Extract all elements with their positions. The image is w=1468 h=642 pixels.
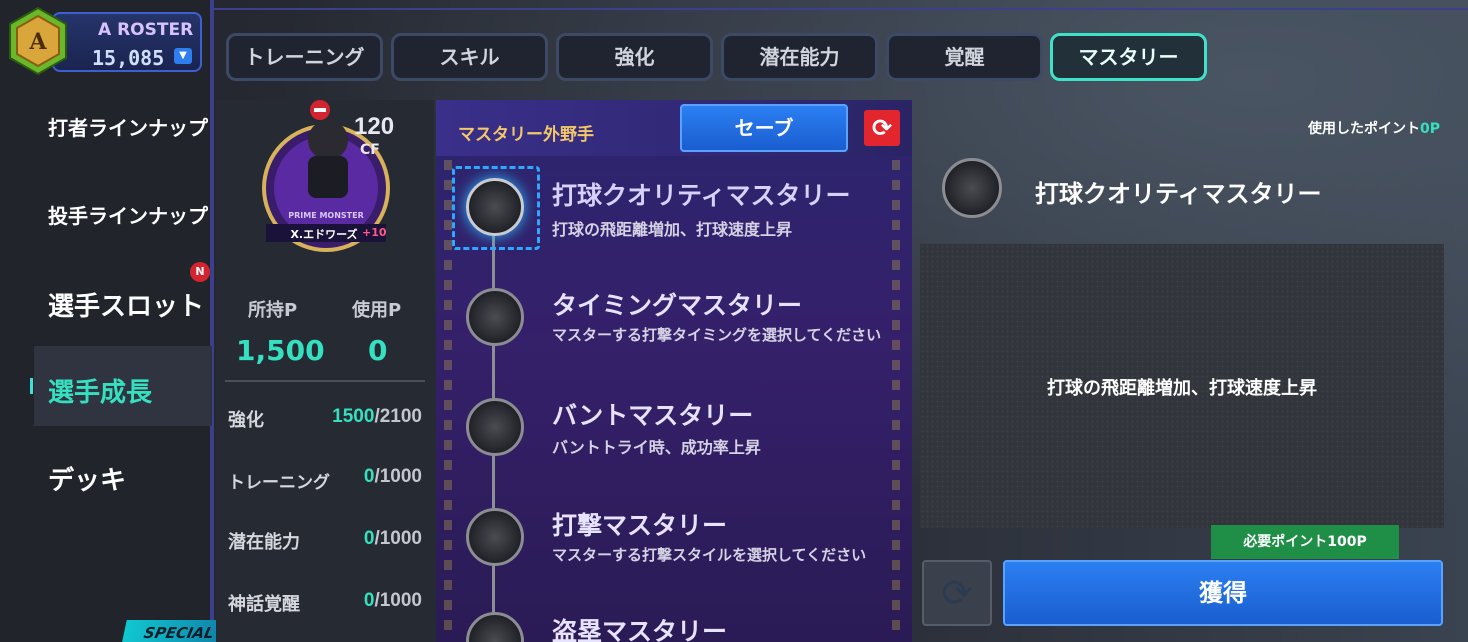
used-points-value: 0 — [368, 334, 388, 367]
mastery-item-desc: バントトライ時、成功率上昇 — [552, 438, 761, 457]
decorative-stripe — [444, 160, 452, 640]
mastery-item-desc: 打球の飛距離増加、打球速度上昇 — [552, 220, 793, 239]
player-name: X.エドワーズ — [290, 227, 357, 241]
top-border — [212, 8, 1468, 10]
rank-badge-icon: A — [9, 6, 67, 76]
used-points-label: 使用P — [352, 300, 402, 321]
stat-row-label: トレーニング — [228, 473, 330, 493]
owned-points-label: 所持P — [248, 300, 298, 321]
decorative-stripe — [892, 160, 900, 640]
sidebar-item-deck[interactable]: デッキ — [48, 460, 126, 497]
sidebar-item-pitcher-lineup[interactable]: 投手ラインナップ — [48, 200, 208, 229]
tab-skill[interactable]: スキル — [391, 33, 548, 81]
roster-value: 15,085 — [92, 46, 165, 70]
save-button[interactable]: セーブ — [680, 104, 848, 152]
stat-row-label: 神話覚醒 — [228, 594, 300, 615]
bunt-icon[interactable] — [466, 398, 524, 456]
player-overall: 120 — [354, 113, 394, 140]
divider — [225, 380, 425, 382]
detail-title: 打球クオリティマスタリー — [1035, 180, 1322, 208]
mastery-item-desc: マスターする打撃スタイルを選択してください — [552, 546, 867, 564]
required-points: 必要ポイント100P — [1211, 525, 1399, 559]
card-series: PRIME MONSTER — [288, 211, 364, 220]
sidebar-item-batter-lineup[interactable]: 打者ラインナップ — [48, 112, 208, 141]
sidebar-border — [210, 0, 214, 642]
nav-active-indicator — [30, 378, 33, 394]
tab-potential[interactable]: 潜在能力 — [721, 33, 878, 81]
mastery-item-title[interactable]: タイミングマスタリー — [552, 286, 802, 322]
stat-row-value: 0/1000 — [363, 528, 422, 549]
stat-row-label: 強化 — [228, 410, 264, 431]
acquire-button[interactable]: 獲得 — [1003, 560, 1443, 626]
mastery-item-title[interactable]: 打撃マスタリー — [552, 506, 727, 542]
timing-icon[interactable] — [466, 288, 524, 346]
player-position: CF — [360, 142, 380, 158]
refresh-icon[interactable]: ⟳ — [922, 560, 992, 626]
bat-icon[interactable] — [466, 178, 524, 236]
bat-icon — [942, 158, 1002, 218]
reset-icon[interactable]: ⟳ — [864, 110, 900, 146]
player-plus: +10 — [362, 226, 387, 239]
mastery-item-desc: マスターする打撃タイミングを選択してください — [552, 326, 882, 344]
new-badge: N — [190, 262, 210, 282]
sidebar-item-player-slot[interactable]: 選手スロット — [48, 286, 204, 323]
owned-points-value: 1,500 — [236, 334, 325, 367]
batting-icon[interactable] — [466, 508, 524, 566]
mastery-item-title[interactable]: バントマスタリー — [552, 396, 753, 432]
tab-mastery[interactable]: マスタリー — [1050, 33, 1207, 81]
player-portrait — [308, 120, 348, 160]
sidebar-item-player-growth[interactable]: 選手成長 — [48, 372, 152, 409]
rank-grade: A — [28, 29, 47, 55]
stat-row-value: 1500/2100 — [332, 406, 422, 427]
roster-box[interactable]: A ROSTER 15,085 ▼ — [52, 12, 202, 72]
mastery-list-title: マスタリー外野手 — [458, 125, 594, 145]
stat-row-label: 潜在能力 — [228, 532, 300, 553]
detail-description: 打球の飛距離増加、打球速度上昇 — [1047, 378, 1317, 399]
stat-row-value: 0/1000 — [363, 466, 422, 487]
mastery-item-title[interactable]: 盗塁マスタリー — [552, 612, 727, 642]
stat-row-value: 0/1000 — [363, 590, 422, 611]
mastery-item-title[interactable]: 打球クオリティマスタリー — [552, 176, 851, 212]
chevron-down-icon[interactable]: ▼ — [174, 48, 192, 64]
tab-enhance[interactable]: 強化 — [556, 33, 713, 81]
roster-label: A ROSTER — [98, 20, 194, 40]
used-points: 使用したポイント0P — [1307, 121, 1440, 137]
tab-training[interactable]: トレーニング — [226, 33, 383, 81]
tab-awakening[interactable]: 覚醒 — [886, 33, 1043, 81]
player-card[interactable]: 120 CF PRIME MONSTER X.エドワーズ +10 — [256, 100, 416, 272]
